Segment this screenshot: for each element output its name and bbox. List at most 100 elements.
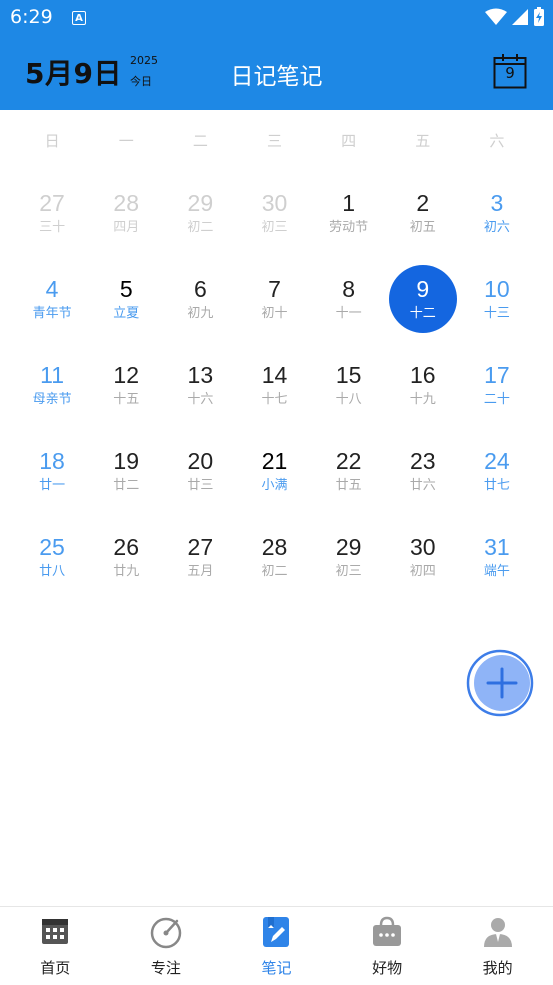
lunar-label: 二十 xyxy=(483,392,510,407)
calendar-day[interactable]: 7 初十 xyxy=(237,262,311,348)
lunar-label: 十三 xyxy=(483,306,510,321)
calendar-day[interactable]: 5 立夏 xyxy=(89,262,163,348)
calendar-day[interactable]: 21 小满 xyxy=(237,434,311,520)
day-number: 12 xyxy=(113,362,139,388)
nav-label: 首页 xyxy=(40,959,71,977)
day-number: 29 xyxy=(335,534,362,560)
lunar-label: 廿二 xyxy=(113,478,140,493)
day-number: 6 xyxy=(193,276,207,302)
nav-label: 笔记 xyxy=(261,959,292,977)
lunar-label: 十二 xyxy=(409,306,436,321)
day-number: 28 xyxy=(261,534,288,560)
calendar-day[interactable]: 29 初三 xyxy=(312,520,386,606)
calendar-day[interactable]: 28 四月 xyxy=(89,176,163,262)
nav-label: 我的 xyxy=(482,959,513,977)
calendar-day[interactable]: 20 廿三 xyxy=(163,434,237,520)
calendar-day[interactable]: 25 廿八 xyxy=(15,520,89,606)
bottom-nav: 首页 专注 笔记 好物 我的 xyxy=(0,906,553,985)
day-number: 21 xyxy=(261,448,288,474)
nav-item-notes[interactable]: 笔记 xyxy=(221,907,332,985)
day-number: 30 xyxy=(261,190,288,216)
lunar-label: 十九 xyxy=(409,392,436,407)
add-note-button[interactable] xyxy=(466,649,534,717)
lunar-label: 初九 xyxy=(187,306,214,321)
lunar-label: 三十 xyxy=(39,220,66,235)
calendar-day[interactable]: 29 初二 xyxy=(163,176,237,262)
day-number: 28 xyxy=(113,190,139,216)
lunar-label: 廿九 xyxy=(113,564,140,579)
calendar-day[interactable]: 1 劳动节 xyxy=(312,176,386,262)
calendar-day[interactable]: 4 青年节 xyxy=(15,262,89,348)
calendar-day[interactable]: 17 二十 xyxy=(460,348,534,434)
lunar-label: 廿三 xyxy=(187,478,214,493)
calendar-day[interactable]: 6 初九 xyxy=(163,262,237,348)
day-number: 14 xyxy=(261,362,288,388)
day-number: 1 xyxy=(342,190,356,216)
lunar-label: 初六 xyxy=(483,220,510,235)
nav-item-goods[interactable]: 好物 xyxy=(332,907,443,985)
weekday-label: 三 xyxy=(266,132,282,150)
lunar-label: 初四 xyxy=(409,564,436,579)
status-icons xyxy=(485,7,545,27)
calendar-day[interactable]: 3 初六 xyxy=(460,176,534,262)
lunar-label: 端午 xyxy=(483,564,510,579)
calendar-day[interactable]: 30 初三 xyxy=(237,176,311,262)
calendar-day[interactable]: 11 母亲节 xyxy=(15,348,89,434)
nav-label: 好物 xyxy=(372,959,403,977)
calendar-day[interactable]: 10 十三 xyxy=(460,262,534,348)
calendar-day[interactable]: 26 廿九 xyxy=(89,520,163,606)
calendar-day[interactable]: 30 初四 xyxy=(386,520,460,606)
user-profile-icon xyxy=(483,918,512,947)
nav-item-home[interactable]: 首页 xyxy=(0,907,111,985)
calendar-day-selected[interactable]: 9 十二 xyxy=(386,262,460,348)
lunar-label: 小满 xyxy=(261,478,288,493)
day-number: 10 xyxy=(484,276,510,302)
day-number: 17 xyxy=(484,362,510,388)
day-number: 3 xyxy=(490,190,504,216)
lunar-label: 廿八 xyxy=(39,564,66,579)
calendar-day[interactable]: 28 初二 xyxy=(237,520,311,606)
calendar-day[interactable]: 31 端午 xyxy=(460,520,534,606)
lunar-label: 青年节 xyxy=(32,306,72,321)
calendar-day[interactable]: 13 十六 xyxy=(163,348,237,434)
calendar-day[interactable]: 2 初五 xyxy=(386,176,460,262)
calendar-day[interactable]: 16 十九 xyxy=(386,348,460,434)
lunar-label: 十七 xyxy=(261,392,288,407)
calendar-day[interactable]: 22 廿五 xyxy=(312,434,386,520)
lunar-label: 初二 xyxy=(261,564,288,579)
lunar-label: 劳动节 xyxy=(329,220,369,235)
notification-icon: A xyxy=(72,11,86,25)
weekday-label: 五 xyxy=(415,132,431,150)
day-number: 7 xyxy=(268,276,281,302)
day-number: 9 xyxy=(416,276,430,302)
calendar-day[interactable]: 8 十一 xyxy=(312,262,386,348)
calendar-day[interactable]: 23 廿六 xyxy=(386,434,460,520)
calendar-day[interactable]: 24 廿七 xyxy=(460,434,534,520)
day-number: 11 xyxy=(40,362,65,388)
calendar-day[interactable]: 15 十八 xyxy=(312,348,386,434)
lunar-label: 初二 xyxy=(187,220,214,235)
weekday-label: 四 xyxy=(341,132,357,150)
day-number: 29 xyxy=(187,190,214,216)
day-number: 8 xyxy=(342,276,356,302)
nav-label: 专注 xyxy=(150,959,181,977)
calendar-day[interactable]: 27 三十 xyxy=(15,176,89,262)
calendar-day[interactable]: 27 五月 xyxy=(163,520,237,606)
day-number: 26 xyxy=(113,534,139,560)
lunar-label: 十八 xyxy=(335,392,362,407)
lunar-label: 十六 xyxy=(187,392,214,407)
day-number: 19 xyxy=(113,448,139,474)
lunar-label: 初十 xyxy=(261,306,288,321)
calendar-day[interactable]: 19 廿二 xyxy=(89,434,163,520)
calendar-day[interactable]: 12 十五 xyxy=(89,348,163,434)
day-number: 27 xyxy=(39,190,65,216)
calendar-day[interactable]: 18 廿一 xyxy=(15,434,89,520)
wifi-icon xyxy=(485,8,507,25)
day-number: 13 xyxy=(187,362,214,388)
lunar-label: 廿六 xyxy=(409,478,436,493)
nav-item-profile[interactable]: 我的 xyxy=(442,907,553,985)
weekday-header: 日 一 二 三 四 五 六 xyxy=(15,130,534,151)
calendar-day[interactable]: 14 十七 xyxy=(237,348,311,434)
nav-item-focus[interactable]: 专注 xyxy=(111,907,222,985)
focus-compass-icon xyxy=(150,917,182,949)
